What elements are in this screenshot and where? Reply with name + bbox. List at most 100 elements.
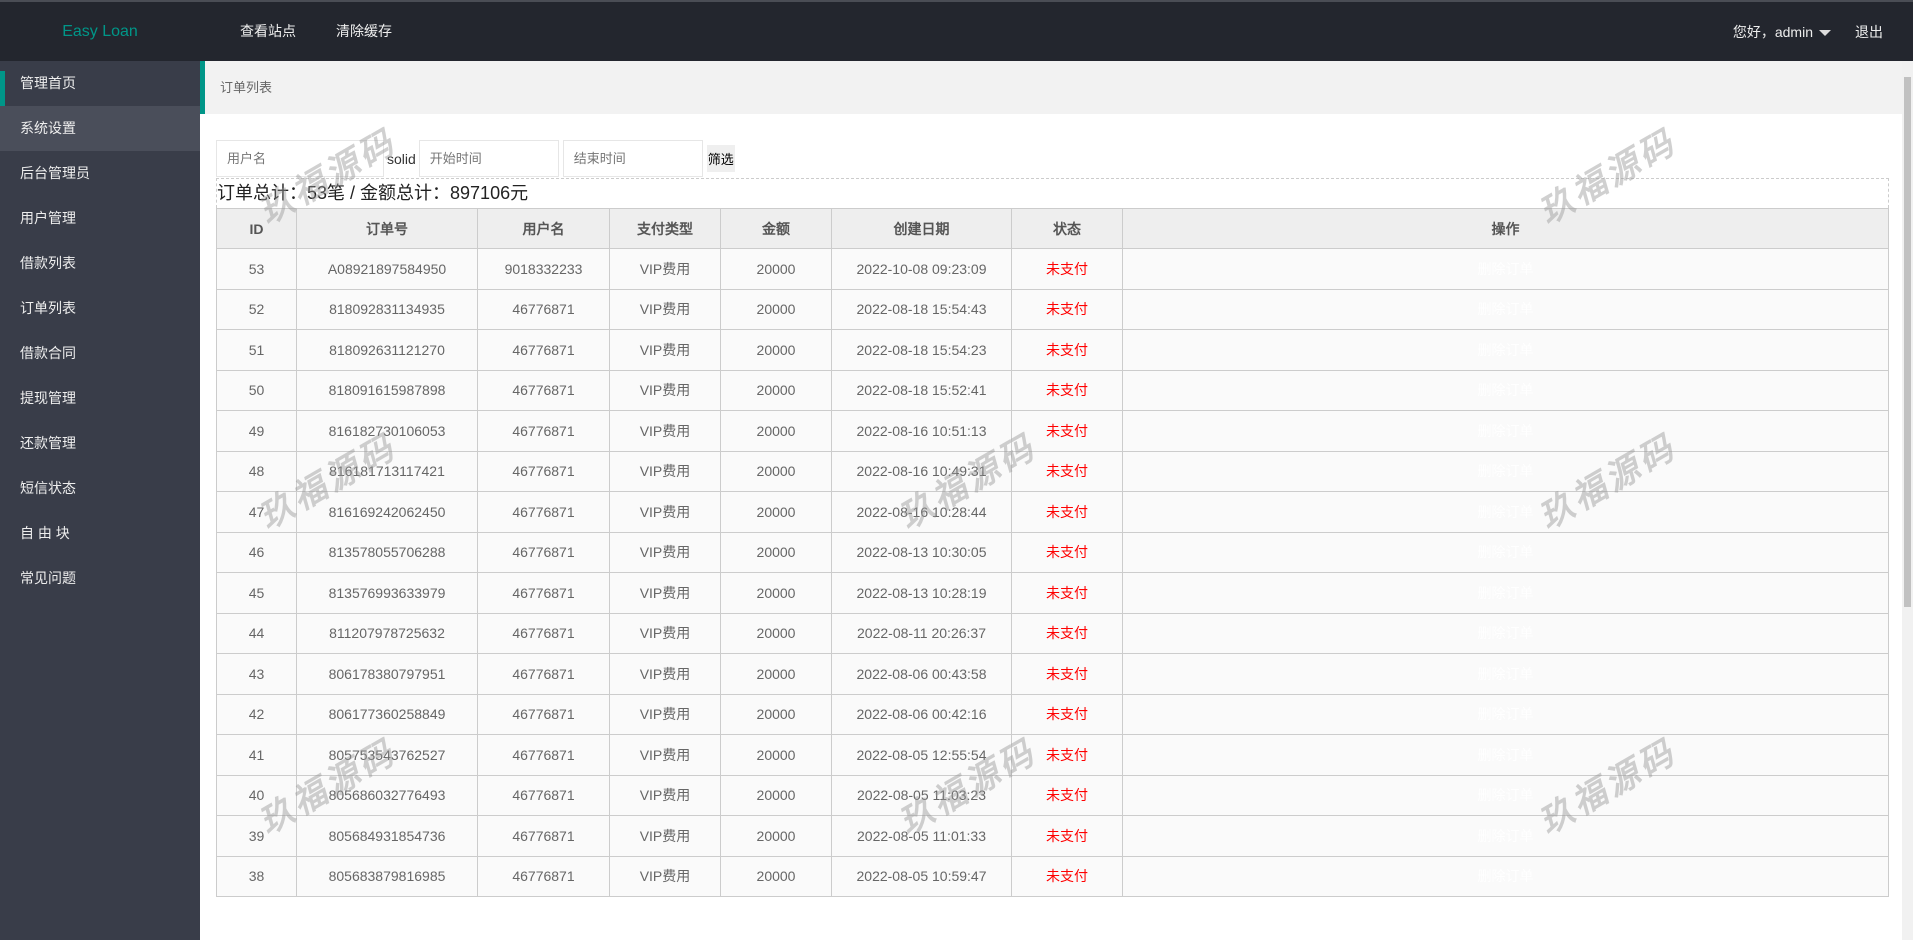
status-cell: 未支付 [1011,491,1123,533]
sidebar-item[interactable]: 短信状态 [0,466,200,511]
end-time-input[interactable] [562,140,703,177]
created-date-cell: 2022-08-05 11:01:33 [831,815,1012,857]
delete-order-button[interactable]: 删除订单 [1122,612,1889,654]
created-date-cell: 2022-08-18 15:54:43 [831,288,1012,330]
delete-order-button[interactable]: 删除订单 [1122,855,1889,897]
delete-order-button[interactable]: 删除订单 [1122,531,1889,573]
sidebar-item[interactable]: 用户管理 [0,196,200,241]
amount-cell: 20000 [720,572,832,614]
start-time-input[interactable] [418,140,559,177]
pay-type-cell: VIP费用 [609,855,721,897]
delete-order-button[interactable]: 删除订单 [1122,450,1889,492]
amount-cell: 20000 [720,248,832,290]
order-no-cell: 813576993633979 [296,572,478,614]
column-header: 订单号 [296,208,478,249]
table-row: 42 806177360258849 46776871 VIP费用 20000 2022-… [216,693,1889,735]
username-cell: 46776871 [477,288,610,330]
username-cell: 46776871 [477,369,610,411]
sidebar-item[interactable]: 借款列表 [0,241,200,286]
amount-cell: 20000 [720,653,832,695]
logout-link[interactable]: 退出 [1855,22,1883,42]
id-cell: 42 [216,693,297,735]
id-cell: 44 [216,612,297,654]
sidebar-item[interactable]: 借款合同 [0,331,200,376]
id-cell: 41 [216,734,297,776]
order-no-cell: 816181713117421 [296,450,478,492]
id-cell: 46 [216,531,297,573]
logo[interactable]: Easy Loan [0,2,200,61]
scrollbar[interactable] [1902,61,1913,940]
created-date-cell: 2022-08-11 20:26:37 [831,612,1012,654]
id-cell: 43 [216,653,297,695]
status-cell: 未支付 [1011,410,1123,452]
username-cell: 46776871 [477,531,610,573]
username-input[interactable] [216,140,384,177]
delete-order-button[interactable]: 删除订单 [1122,491,1889,533]
pay-type-cell: VIP费用 [609,288,721,330]
user-menu[interactable]: 您好，admin [1733,22,1831,42]
id-cell: 49 [216,410,297,452]
sidebar-item[interactable]: 常见问题 [0,556,200,601]
amount-cell: 20000 [720,612,832,654]
username-cell: 46776871 [477,815,610,857]
id-cell: 50 [216,369,297,411]
sidebar-item[interactable]: 后台管理员 [0,151,200,196]
created-date-cell: 2022-08-06 00:42:16 [831,693,1012,735]
scrollbar-thumb[interactable] [1904,77,1911,607]
status-cell: 未支付 [1011,815,1123,857]
username-cell: 46776871 [477,653,610,695]
column-header: 创建日期 [831,208,1012,249]
username-cell: 46776871 [477,734,610,776]
view-site-link[interactable]: 查看站点 [220,2,316,61]
sidebar-item[interactable]: 系统设置 [0,106,200,151]
delete-order-button[interactable]: 删除订单 [1122,734,1889,776]
table-row: 43 806178380797951 46776871 VIP费用 20000 2022-… [216,653,1889,695]
table-row: 38 805683879816985 46776871 VIP费用 20000 2022-… [216,855,1889,897]
orders-table: ID 订单号 用户名 支付类型 金额 创建日期 状态 操作 53 A08921897584950… [216,208,1889,897]
delete-order-button[interactable]: 删除订单 [1122,693,1889,735]
top-bar: Easy Loan 查看站点 清除缓存 您好，admin 退出 [0,0,1913,61]
delete-order-button[interactable]: 删除订单 [1122,288,1889,330]
status-cell: 未支付 [1011,329,1123,371]
pay-type-cell: VIP费用 [609,491,721,533]
delete-order-button[interactable]: 删除订单 [1122,248,1889,290]
filter-button[interactable]: 筛选 [706,145,735,172]
id-cell: 38 [216,855,297,897]
sidebar-item[interactable]: 自 由 块 [0,511,200,556]
column-header: 金额 [720,208,832,249]
column-header: 支付类型 [609,208,721,249]
column-header: ID [216,208,297,249]
created-date-cell: 2022-08-13 10:28:19 [831,572,1012,614]
delete-order-button[interactable]: 删除订单 [1122,815,1889,857]
created-date-cell: 2022-08-05 11:03:23 [831,774,1012,816]
id-cell: 48 [216,450,297,492]
pay-type-cell: VIP费用 [609,653,721,695]
table-row: 44 811207978725632 46776871 VIP费用 20000 2022-… [216,612,1889,654]
status-cell: 未支付 [1011,734,1123,776]
sidebar-item[interactable]: 订单列表 [0,286,200,331]
amount-cell: 20000 [720,734,832,776]
delete-order-button[interactable]: 删除订单 [1122,369,1889,411]
delete-order-button[interactable]: 删除订单 [1122,410,1889,452]
sidebar-item[interactable]: 还款管理 [0,421,200,466]
pay-type-cell: VIP费用 [609,450,721,492]
username-cell: 46776871 [477,450,610,492]
column-header: 操作 [1122,208,1889,249]
sidebar-item[interactable]: 提现管理 [0,376,200,421]
created-date-cell: 2022-08-18 15:54:23 [831,329,1012,371]
delete-order-button[interactable]: 删除订单 [1122,572,1889,614]
amount-cell: 20000 [720,288,832,330]
order-no-cell: 805683879816985 [296,855,478,897]
status-cell: 未支付 [1011,612,1123,654]
pay-type-cell: VIP费用 [609,734,721,776]
clear-cache-link[interactable]: 清除缓存 [316,2,412,61]
id-cell: 45 [216,572,297,614]
created-date-cell: 2022-08-13 10:30:05 [831,531,1012,573]
pay-type-cell: VIP费用 [609,410,721,452]
column-header: 用户名 [477,208,610,249]
delete-order-button[interactable]: 删除订单 [1122,653,1889,695]
delete-order-button[interactable]: 删除订单 [1122,329,1889,371]
sidebar-item[interactable]: 管理首页 [0,61,200,107]
username-cell: 46776871 [477,329,610,371]
delete-order-button[interactable]: 删除订单 [1122,774,1889,816]
